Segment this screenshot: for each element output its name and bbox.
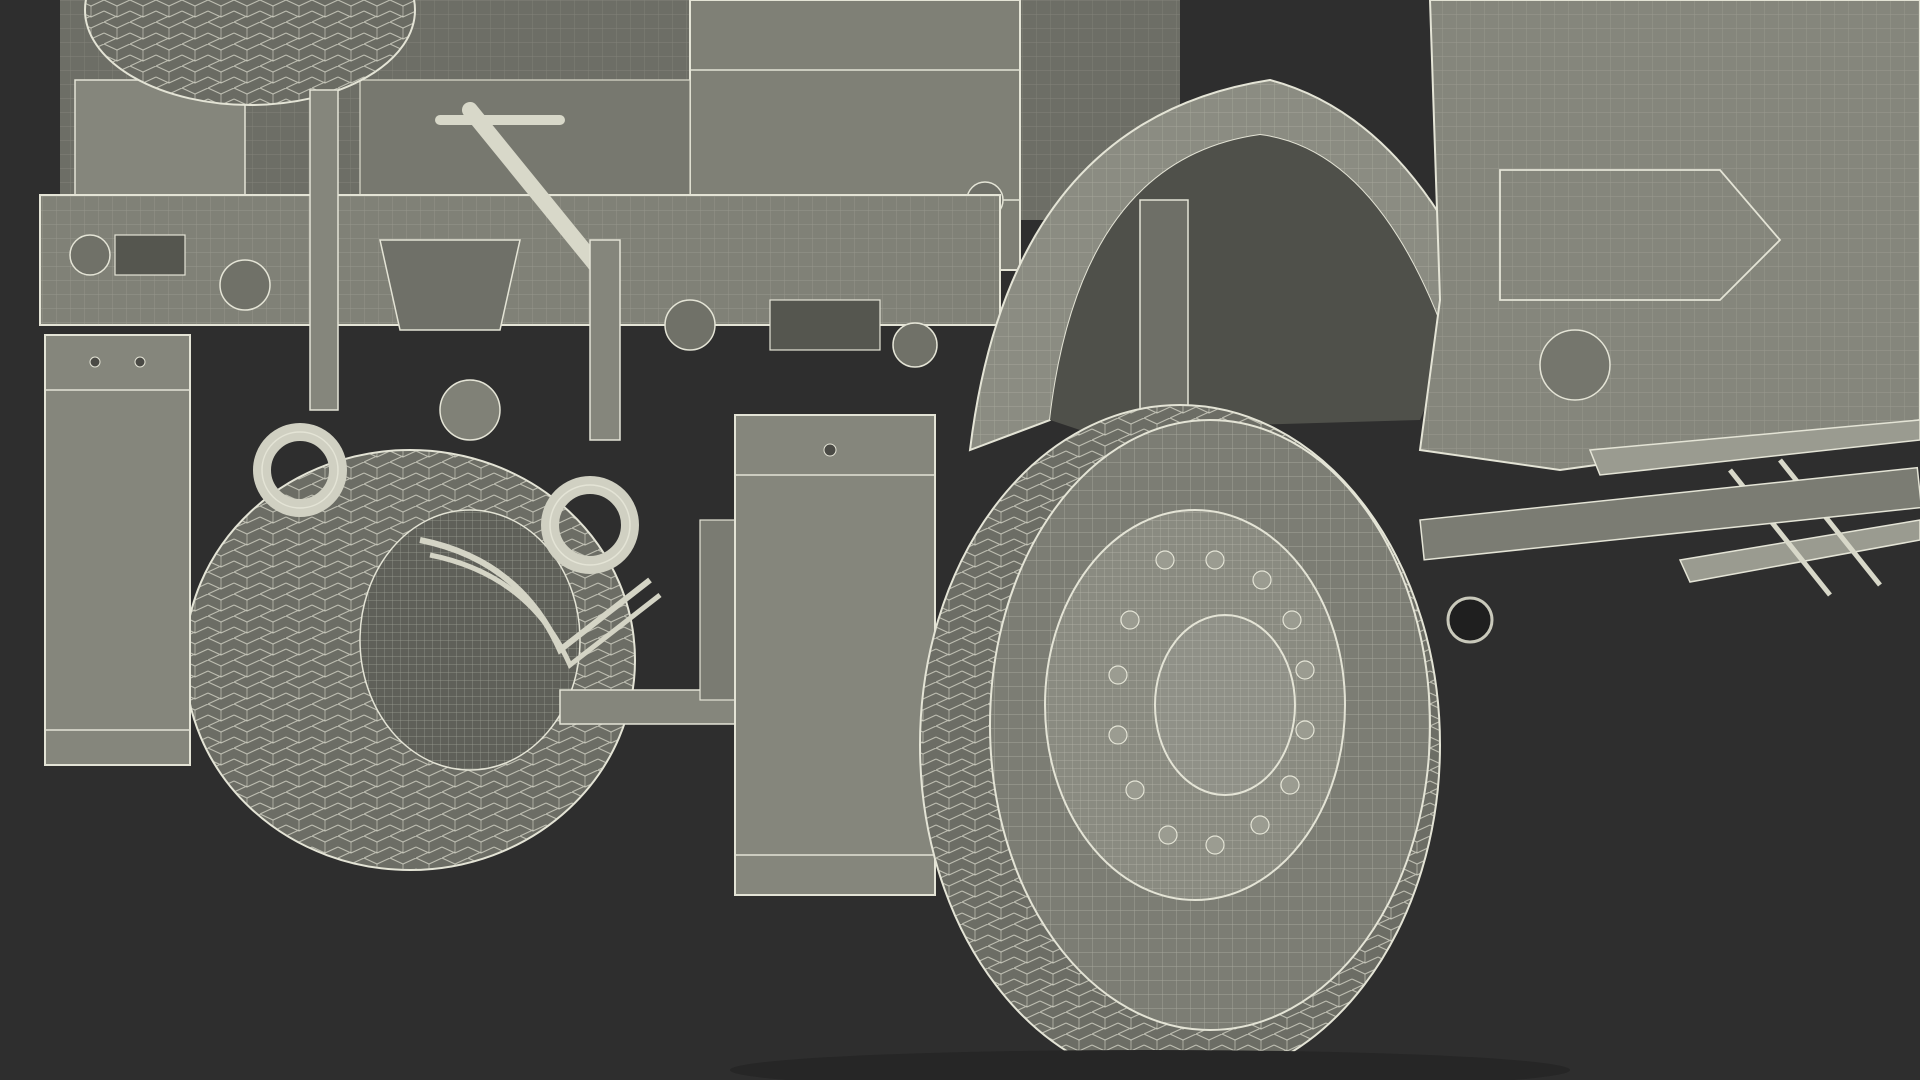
exhaust-pipe [1446, 596, 1494, 644]
mud-flap-right [734, 414, 936, 896]
mud-flap-left [44, 334, 191, 766]
wheel-right [919, 404, 1441, 1080]
wireframe-render [0, 0, 1920, 1080]
